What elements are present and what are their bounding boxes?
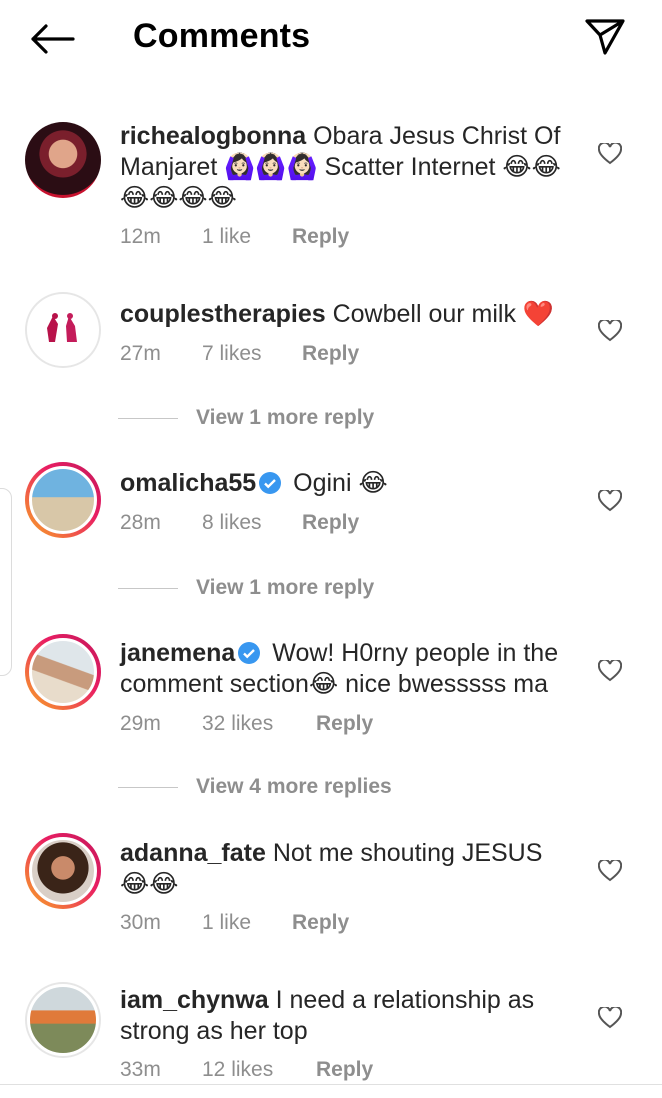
avatar[interactable] (25, 634, 101, 710)
arrow-left-icon (31, 24, 75, 54)
comment-body: Ogini 😂 (293, 469, 388, 497)
comment-likes[interactable]: 32 likes (202, 712, 316, 736)
view-more-label: View 1 more reply (196, 406, 375, 429)
like-button[interactable] (597, 142, 623, 166)
comment-meta: 30m 1 like Reply (120, 911, 349, 935)
reply-button[interactable]: Reply (292, 225, 349, 249)
brand-logo-icon (47, 313, 77, 342)
comment-likes[interactable]: 1 like (202, 911, 292, 935)
heart-outline-icon (598, 1007, 622, 1029)
comment-body: Cowbell our milk ❤️ (332, 300, 555, 328)
avatar[interactable] (25, 462, 101, 538)
comment-text: iam_chynwa I need a relationship as stro… (120, 985, 578, 1047)
comment-time: 12m (120, 225, 161, 248)
reply-button[interactable]: Reply (302, 342, 359, 366)
comment-meta: 33m 12 likes Reply (120, 1058, 373, 1082)
comment-likes[interactable]: 7 likes (202, 342, 302, 366)
avatar[interactable] (25, 292, 101, 368)
avatar[interactable] (25, 982, 101, 1058)
like-button[interactable] (597, 1006, 623, 1030)
avatar[interactable] (25, 833, 101, 909)
back-button[interactable] (26, 18, 78, 60)
comment-username[interactable]: adanna_fate (120, 839, 266, 867)
like-button[interactable] (597, 489, 623, 513)
comment-time: 27m (120, 342, 161, 365)
heart-outline-icon (598, 143, 622, 165)
like-button[interactable] (597, 319, 623, 343)
bottom-divider (0, 1084, 662, 1085)
comment-text: omalicha55 Ogini 😂 (120, 468, 578, 499)
view-more-label: View 1 more reply (196, 576, 375, 599)
heart-outline-icon (598, 490, 622, 512)
comment-username[interactable]: omalicha55 (120, 469, 256, 497)
comment-time: 29m (120, 712, 161, 735)
heart-outline-icon (598, 660, 622, 682)
comment-text: couplestherapies Cowbell our milk ❤️ (120, 299, 578, 330)
comment-text: janemena Wow! H0rny people in the commen… (120, 638, 578, 700)
view-more-label: View 4 more replies (196, 775, 392, 798)
view-more-replies[interactable]: View 4 more replies (118, 775, 392, 799)
share-button[interactable] (580, 14, 630, 60)
comment-meta: 28m 8 likes Reply (120, 511, 359, 535)
divider-line (118, 417, 178, 419)
comment-time: 33m (120, 1058, 161, 1081)
reply-button[interactable]: Reply (292, 911, 349, 935)
reply-button[interactable]: Reply (302, 511, 359, 535)
comment-meta: 29m 32 likes Reply (120, 712, 373, 736)
divider-line (118, 786, 178, 788)
comment-time: 28m (120, 511, 161, 534)
verified-badge-icon (259, 472, 282, 494)
paper-plane-icon (585, 19, 625, 55)
comment-username[interactable]: janemena (120, 639, 235, 667)
comment-meta: 12m 1 like Reply (120, 225, 349, 249)
comment-text: richealogbonna Obara Jesus Christ Of Man… (120, 121, 578, 214)
verified-badge-icon (238, 642, 261, 664)
view-more-replies[interactable]: View 1 more reply (118, 576, 374, 600)
scroll-edge-handle[interactable] (0, 488, 12, 676)
heart-outline-icon (598, 860, 622, 882)
comment-username[interactable]: iam_chynwa (120, 986, 269, 1014)
comment-likes[interactable]: 1 like (202, 225, 292, 249)
reply-button[interactable]: Reply (316, 712, 373, 736)
like-button[interactable] (597, 659, 623, 683)
reply-button[interactable]: Reply (316, 1058, 373, 1082)
comment-username[interactable]: richealogbonna (120, 122, 306, 150)
like-button[interactable] (597, 859, 623, 883)
page-title: Comments (133, 17, 311, 55)
view-more-replies[interactable]: View 1 more reply (118, 406, 374, 430)
comment-username[interactable]: couplestherapies (120, 300, 326, 328)
comment-text: adanna_fate Not me shouting JESUS 😂😂 (120, 838, 578, 900)
avatar[interactable] (25, 122, 101, 198)
comment-meta: 27m 7 likes Reply (120, 342, 359, 366)
comment-time: 30m (120, 911, 161, 934)
divider-line (118, 587, 178, 589)
heart-outline-icon (598, 320, 622, 342)
comment-likes[interactable]: 12 likes (202, 1058, 316, 1082)
comment-likes[interactable]: 8 likes (202, 511, 302, 535)
app-header: Comments (0, 0, 662, 80)
